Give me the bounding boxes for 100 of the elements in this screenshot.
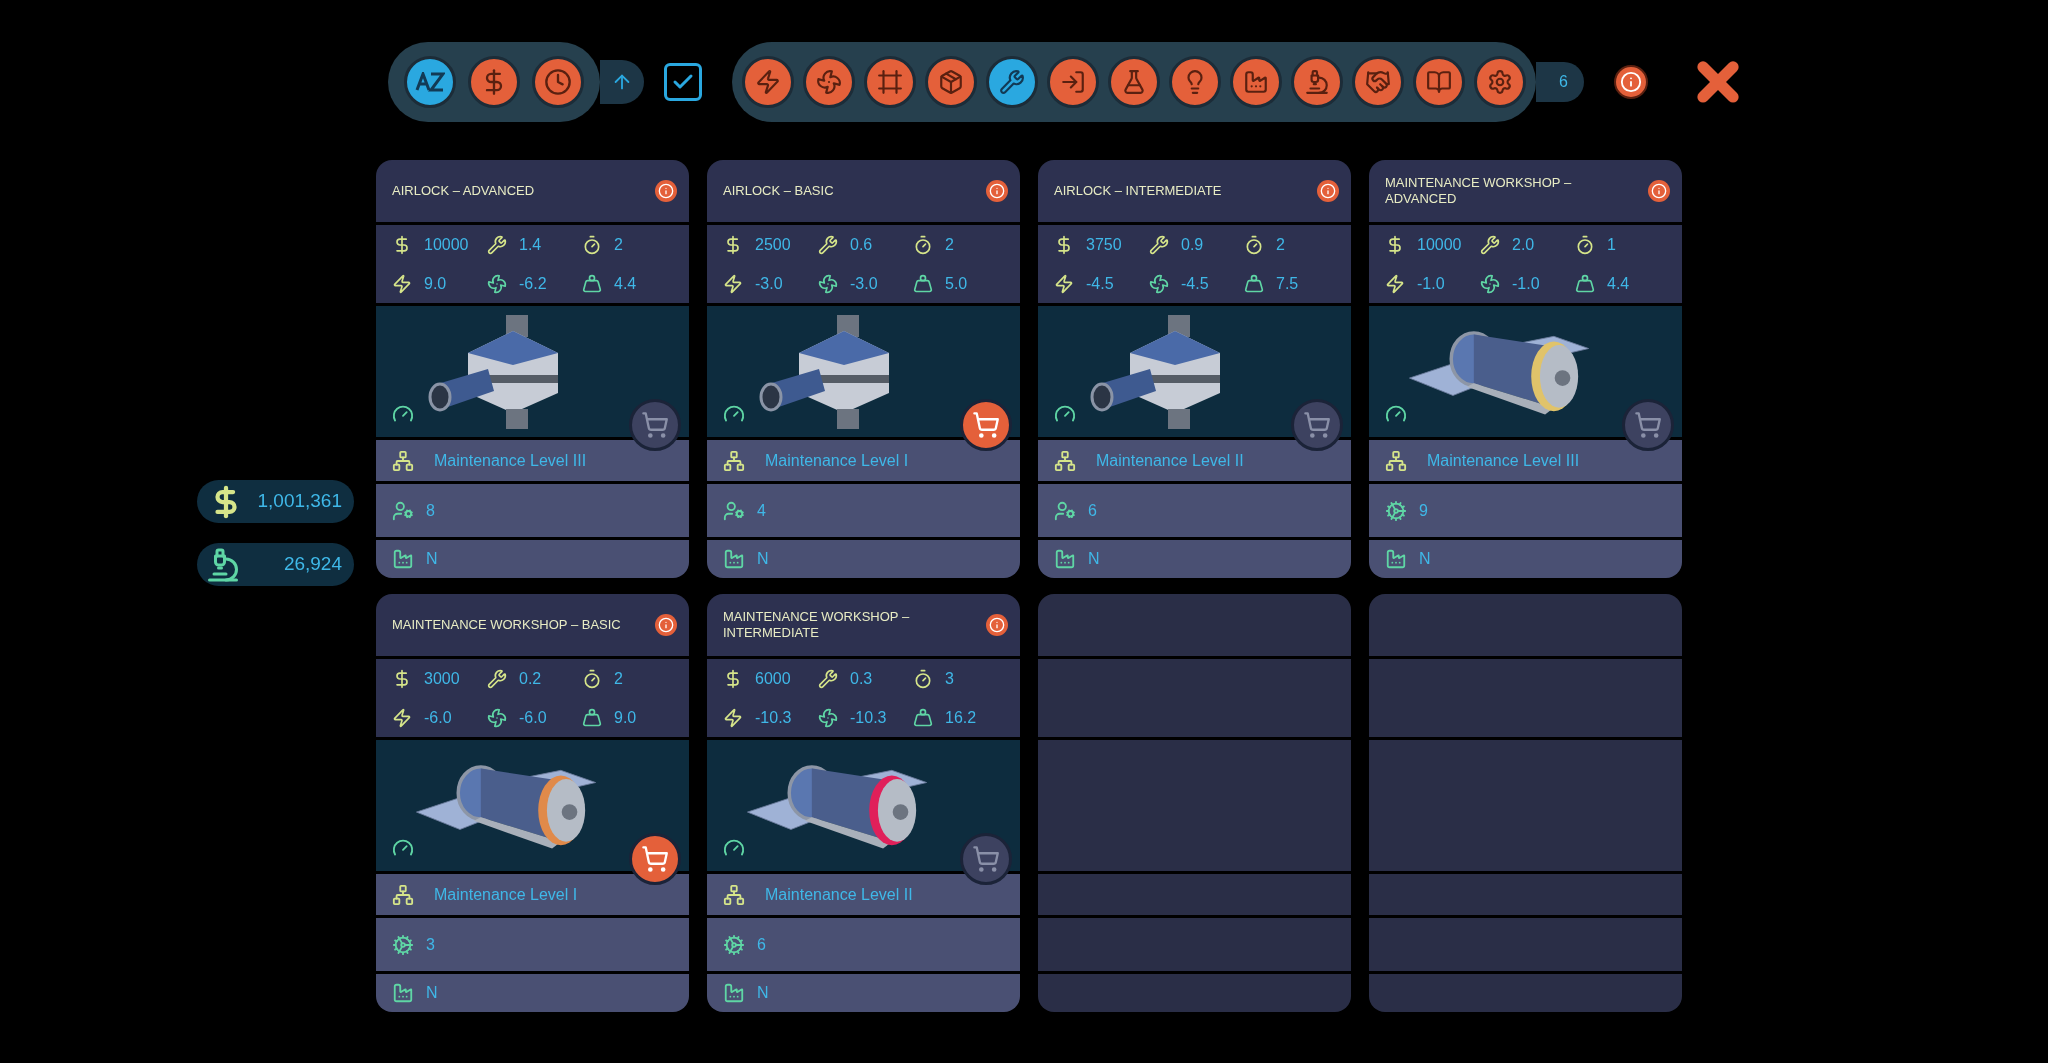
requirement-text: Maintenance Level III bbox=[434, 450, 587, 471]
category-button[interactable] bbox=[1230, 56, 1282, 108]
category-button[interactable] bbox=[864, 56, 916, 108]
module-title: AIRLOCK – BASIC bbox=[723, 182, 835, 200]
buy-cart-button[interactable] bbox=[960, 399, 1012, 451]
microscope-icon bbox=[1304, 69, 1330, 95]
wrench-icon bbox=[487, 234, 507, 255]
requirement-text: Maintenance Level II bbox=[765, 884, 913, 905]
category-button[interactable] bbox=[1352, 56, 1404, 108]
stat-value: 9.0 bbox=[424, 273, 447, 294]
lightning-icon bbox=[755, 69, 781, 95]
factory-icon bbox=[1054, 548, 1076, 570]
sort-button[interactable] bbox=[468, 56, 520, 108]
wrench-icon bbox=[1149, 234, 1169, 255]
stat-value: -1.0 bbox=[1417, 273, 1445, 294]
count-value: 9 bbox=[1419, 500, 1428, 521]
info-button[interactable] bbox=[986, 614, 1008, 636]
buy-cart-button[interactable] bbox=[629, 833, 681, 885]
fan-icon bbox=[487, 273, 507, 294]
crew-gear-icon bbox=[1054, 499, 1076, 522]
stat-value: 3750 bbox=[1086, 234, 1122, 255]
stat-value: 2 bbox=[614, 234, 623, 255]
money-amount: 1,001,361 bbox=[257, 489, 342, 514]
production-value: N bbox=[426, 983, 438, 1003]
info-icon bbox=[658, 617, 674, 633]
stat-value: 10000 bbox=[1417, 234, 1462, 255]
hierarchy-icon bbox=[392, 883, 414, 906]
stat-value: -3.0 bbox=[850, 273, 878, 294]
microscope-icon bbox=[205, 546, 241, 583]
info-icon bbox=[1620, 71, 1642, 93]
info-button[interactable] bbox=[1317, 180, 1339, 202]
category-button[interactable] bbox=[1169, 56, 1221, 108]
stat-value: 2 bbox=[945, 234, 954, 255]
production-value: N bbox=[426, 549, 438, 569]
hierarchy-icon bbox=[392, 449, 414, 472]
stat-value: 10000 bbox=[424, 234, 469, 255]
production-value: N bbox=[1088, 549, 1100, 569]
category-button[interactable] bbox=[803, 56, 855, 108]
factory-icon bbox=[723, 982, 745, 1004]
production-value: N bbox=[1419, 549, 1431, 569]
crew-gear-icon bbox=[723, 499, 745, 522]
info-icon bbox=[1320, 183, 1336, 199]
fan-icon bbox=[816, 69, 842, 95]
info-button[interactable] bbox=[655, 614, 677, 636]
research-amount: 26,924 bbox=[283, 552, 342, 577]
fan-icon bbox=[818, 273, 838, 294]
stat-value: 1 bbox=[1607, 234, 1616, 255]
weight-icon bbox=[1244, 273, 1264, 294]
info-icon bbox=[658, 183, 674, 199]
module-title: MAINTENANCE WORKSHOP – INTERMEDIATE bbox=[723, 608, 911, 642]
cart-icon bbox=[641, 411, 669, 439]
wrench-icon bbox=[999, 69, 1025, 95]
category-button[interactable] bbox=[925, 56, 977, 108]
weight-icon bbox=[1575, 273, 1595, 294]
category-button[interactable] bbox=[1291, 56, 1343, 108]
frame-icon bbox=[877, 69, 903, 95]
category-button[interactable] bbox=[1108, 56, 1160, 108]
handshake-icon bbox=[1365, 69, 1391, 95]
stat-value: 0.6 bbox=[850, 234, 873, 255]
fan-icon bbox=[487, 707, 507, 728]
category-button[interactable] bbox=[1413, 56, 1465, 108]
stat-value: 0.3 bbox=[850, 668, 873, 689]
stat-value: 2.0 bbox=[1512, 234, 1535, 255]
production-value: N bbox=[757, 549, 769, 569]
requirement-text: Maintenance Level I bbox=[765, 450, 909, 471]
info-icon bbox=[989, 617, 1005, 633]
category-button[interactable] bbox=[986, 56, 1038, 108]
sort-button[interactable] bbox=[404, 56, 456, 108]
info-button[interactable] bbox=[655, 180, 677, 202]
stat-value: 3 bbox=[945, 668, 954, 689]
stat-value: -4.5 bbox=[1086, 273, 1114, 294]
stat-value: 2 bbox=[614, 668, 623, 689]
count-value: 3 bbox=[426, 934, 435, 955]
filter-checkbox[interactable] bbox=[664, 63, 702, 101]
stat-value: 0.2 bbox=[519, 668, 542, 689]
timer-icon bbox=[1244, 234, 1264, 255]
category-button[interactable] bbox=[742, 56, 794, 108]
lightning-icon bbox=[392, 707, 412, 728]
lightning-icon bbox=[392, 273, 412, 294]
wrench-icon bbox=[1480, 234, 1500, 255]
stat-value: 2500 bbox=[755, 234, 791, 255]
stat-value: -6.0 bbox=[424, 707, 452, 728]
fan-icon bbox=[1149, 273, 1169, 294]
info-icon bbox=[1651, 183, 1667, 199]
category-button[interactable] bbox=[1047, 56, 1099, 108]
stat-value: 4.4 bbox=[1607, 273, 1630, 294]
sort-button[interactable] bbox=[532, 56, 584, 108]
info-button[interactable] bbox=[986, 180, 1008, 202]
info-button[interactable] bbox=[1614, 65, 1648, 99]
flask-icon bbox=[1121, 69, 1147, 95]
factory-icon bbox=[392, 982, 414, 1004]
stat-value: 5.0 bbox=[945, 273, 968, 294]
sort-direction-button[interactable] bbox=[600, 60, 644, 104]
stat-value: -6.0 bbox=[519, 707, 547, 728]
production-value: N bbox=[757, 983, 769, 1003]
category-button[interactable] bbox=[1474, 56, 1526, 108]
door-icon bbox=[1060, 69, 1086, 95]
info-button[interactable] bbox=[1648, 180, 1670, 202]
timer-icon bbox=[582, 234, 602, 255]
stat-value: 4.4 bbox=[614, 273, 637, 294]
